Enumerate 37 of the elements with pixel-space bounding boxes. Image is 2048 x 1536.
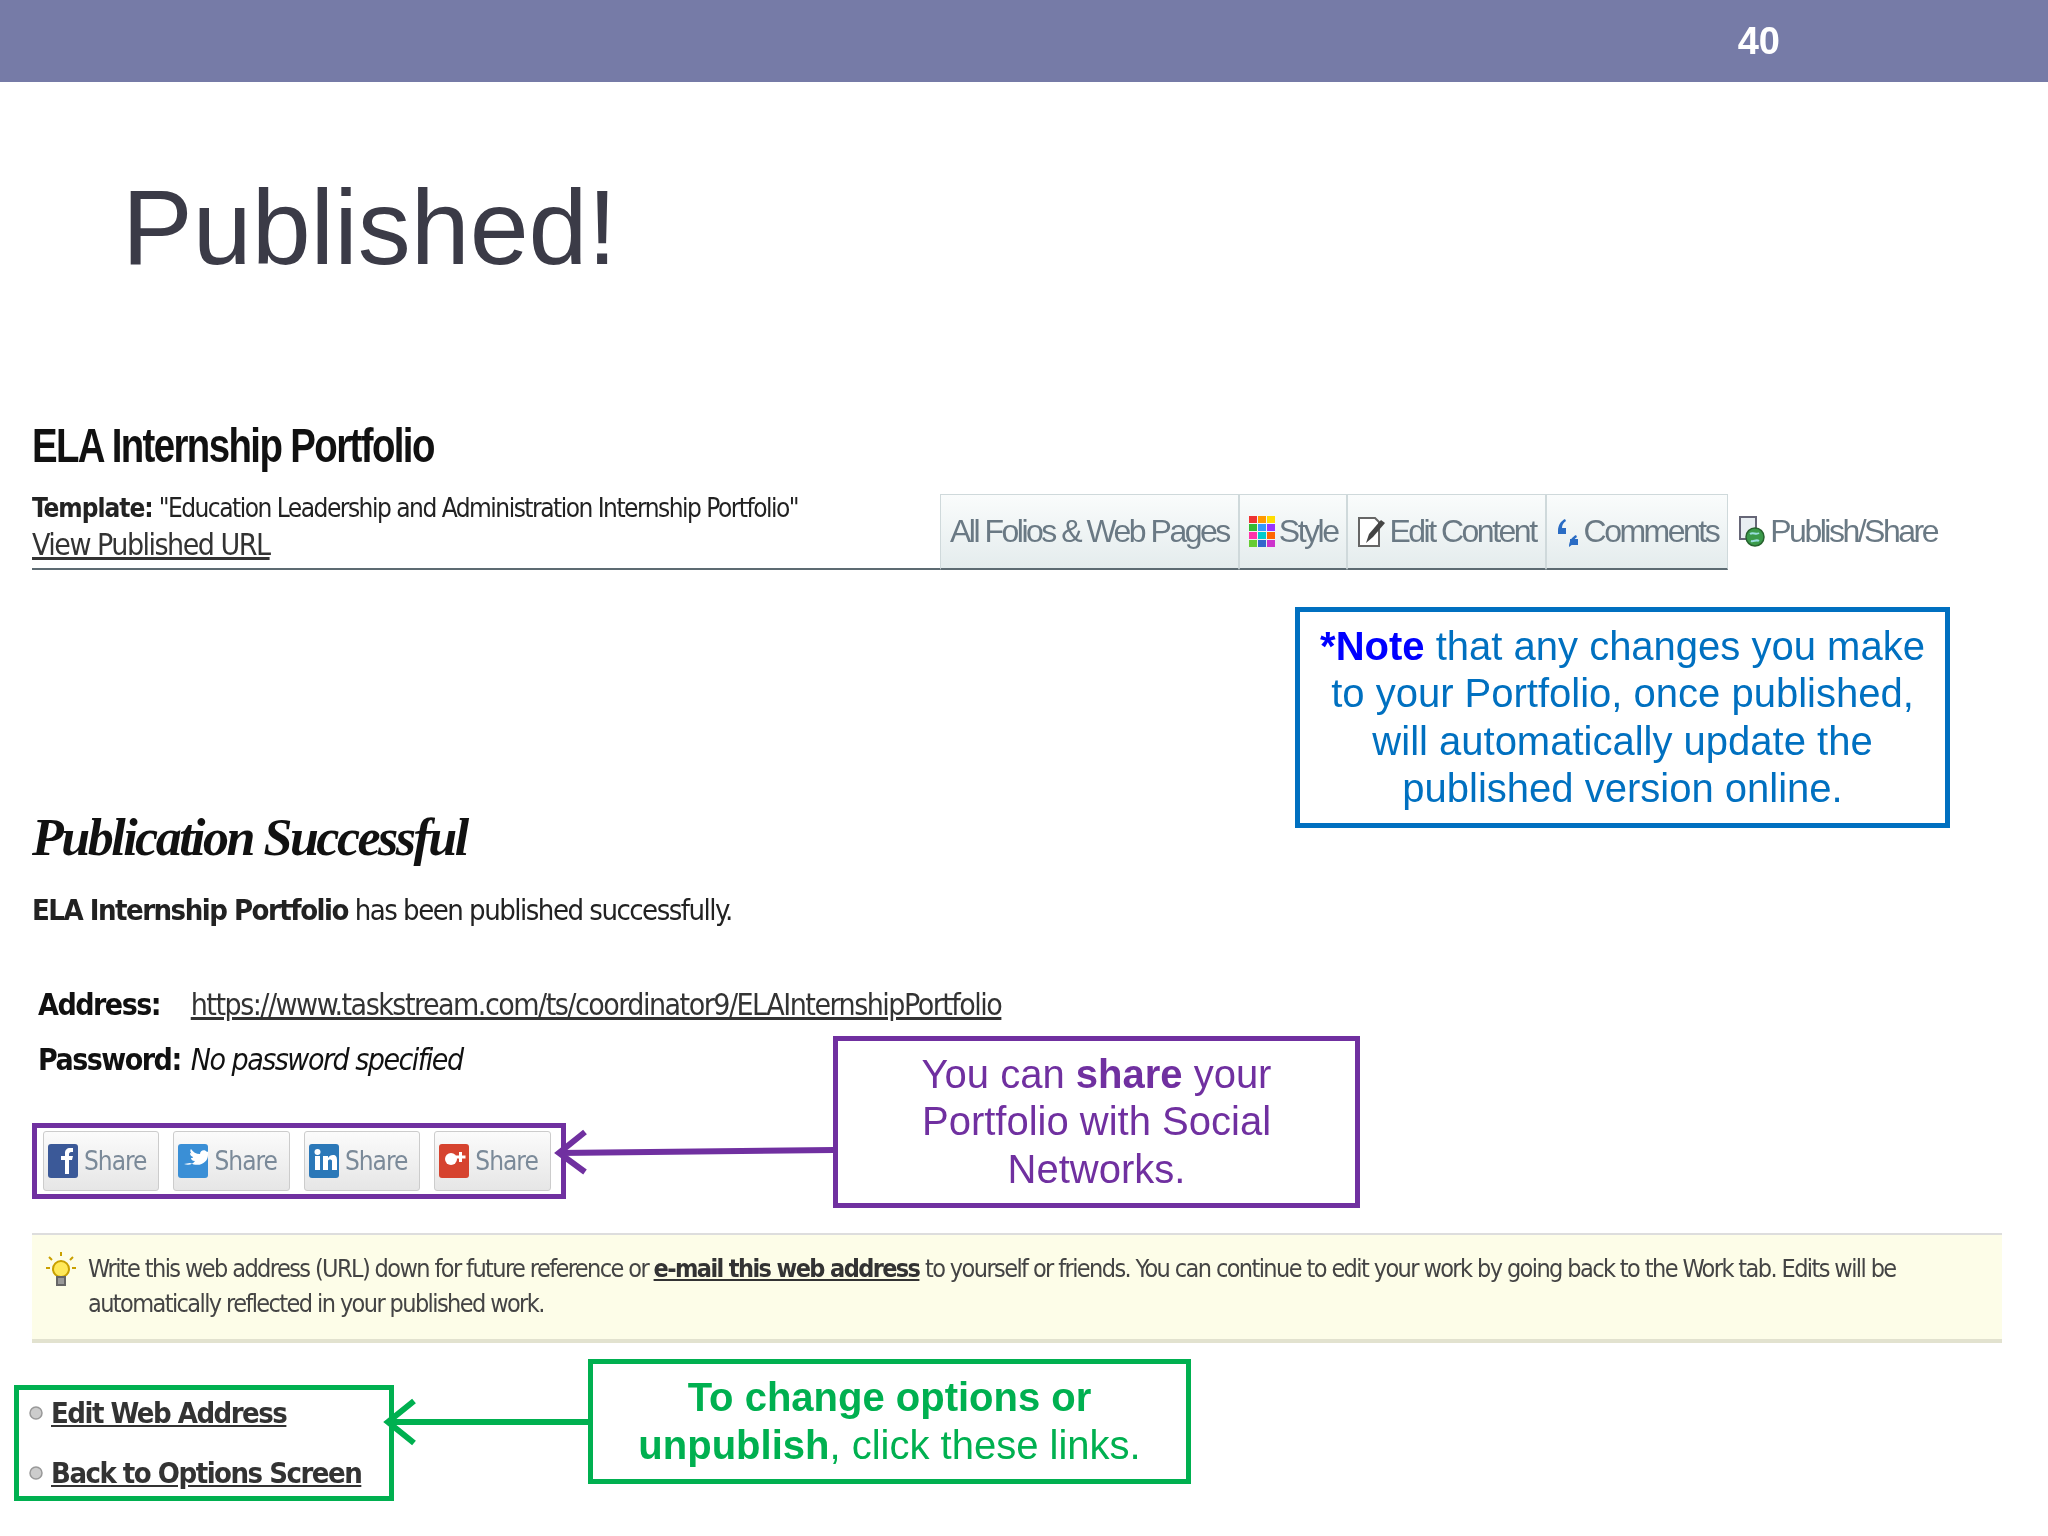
tab[interactable]: All Folios & Web Pages <box>940 494 1239 570</box>
share-button[interactable]: Share <box>173 1131 290 1191</box>
email-link[interactable]: e-mail this web address <box>653 1254 920 1283</box>
tab[interactable]: Comments <box>1545 494 1729 570</box>
bullet-icon <box>29 1464 43 1482</box>
edit-icon <box>1357 514 1386 549</box>
google-plus-icon <box>439 1144 470 1178</box>
tab[interactable]: Edit Content <box>1347 494 1546 570</box>
template-text: Template: "Education Leadership and Administration Internship Portfolio" <box>32 493 799 523</box>
field-label: Address: <box>38 987 162 1022</box>
linkedin-icon <box>308 1144 339 1178</box>
color-grid-icon <box>1248 515 1275 548</box>
slide-title: Published! <box>122 174 618 280</box>
twitter-icon <box>178 1144 209 1178</box>
address-link[interactable]: https://www.taskstream.com/ts/coordinator9/ELAInternshipPortfolio <box>190 987 1002 1022</box>
portfolio-title: ELA Internship Portfolio <box>32 418 434 473</box>
note-text: *Note that any changes you make to your Portfolio, once published, will automatically update the published version online. <box>1319 623 1926 812</box>
success-message: ELA Internship Portfolio has been published successfully. <box>32 893 732 927</box>
field-label: Password: <box>38 1042 181 1077</box>
tab[interactable]: Style <box>1238 494 1348 570</box>
quote-icon <box>1555 516 1580 547</box>
option-link[interactable]: Edit Web Address <box>51 1396 287 1430</box>
bullet-icon <box>29 1404 43 1422</box>
view-url-link[interactable]: View Published URL <box>32 527 270 562</box>
password-value: No password specified <box>190 1042 463 1077</box>
share-button[interactable]: Share <box>303 1131 421 1191</box>
share-button[interactable]: Share <box>43 1131 160 1191</box>
slide-number: 40 <box>1737 19 1780 63</box>
callout-text: To change options or unpublish, click these links. <box>637 1374 1142 1469</box>
share-button[interactable]: Share <box>434 1131 551 1191</box>
document-globe-icon <box>1738 514 1767 549</box>
section-heading: Publication Successful <box>32 808 467 867</box>
tip-text: Write this web address (URL) down for future reference or e-mail this web address to yourself or friends. You can continue to edit your work by going back to the Work tab. Edits will be automatically reflected in your published work. <box>88 1253 1897 1320</box>
callout-text: You can share your Portfolio with Social Networks. <box>920 1051 1273 1193</box>
option-link[interactable]: Back to Options Screen <box>51 1456 362 1490</box>
facebook-icon <box>48 1144 78 1178</box>
lightbulb-icon <box>46 1251 76 1289</box>
